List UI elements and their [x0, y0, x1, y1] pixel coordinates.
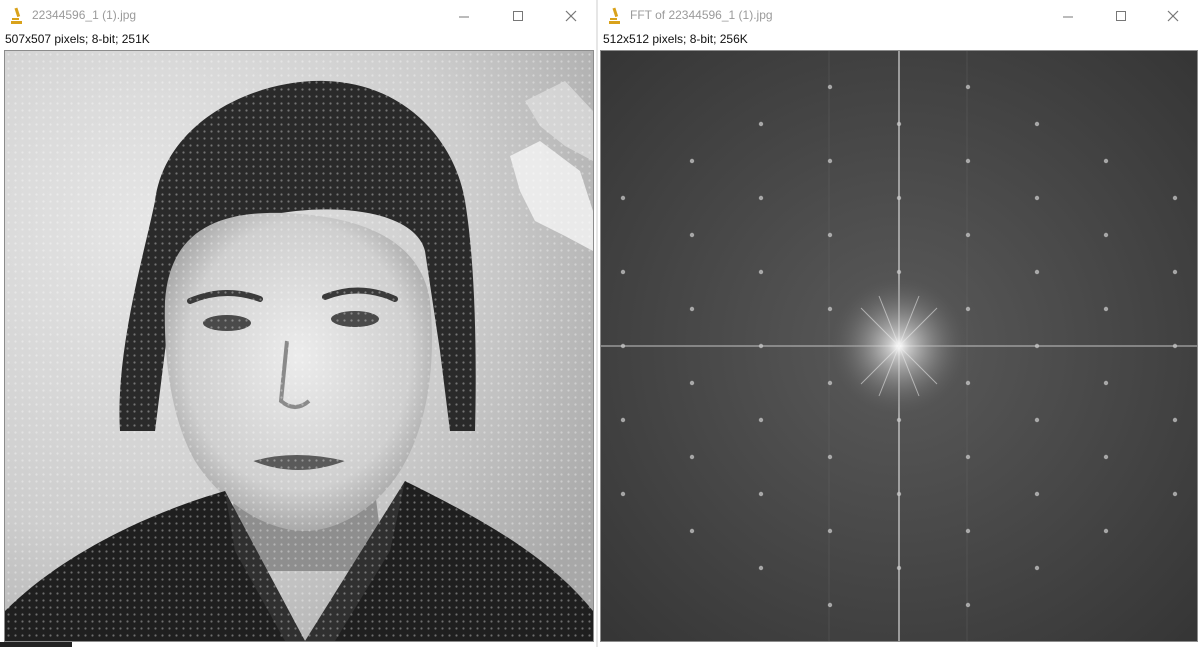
fft-power-spectrum [601, 51, 1197, 641]
close-button[interactable] [548, 0, 594, 32]
spectrum-peak [758, 491, 764, 497]
spectrum-peak [1103, 232, 1109, 238]
spectrum-peak [965, 306, 971, 312]
spectrum-peak [896, 491, 902, 497]
spectrum-peak [689, 158, 695, 164]
spectrum-peak [1172, 417, 1178, 423]
spectrum-peak [1034, 417, 1040, 423]
spectrum-peak [758, 195, 764, 201]
close-button[interactable] [1150, 0, 1196, 32]
spectrum-peak [1103, 380, 1109, 386]
scrollbar-stub[interactable] [0, 642, 72, 647]
minimize-icon [1063, 16, 1073, 18]
spectrum-peak [965, 602, 971, 608]
spectrum-peak [689, 528, 695, 534]
spectrum-peak [896, 195, 902, 201]
spectrum-peak [1034, 565, 1040, 571]
maximize-icon [513, 11, 523, 21]
spectrum-peak [1034, 491, 1040, 497]
minimize-button[interactable] [1045, 0, 1091, 32]
maximize-icon [1116, 11, 1126, 21]
spectrum-peak [827, 380, 833, 386]
spectrum-peak [620, 343, 626, 349]
spectrum-peak [1172, 269, 1178, 275]
spectrum-peak [896, 565, 902, 571]
spectrum-peak [965, 454, 971, 460]
spectrum-peak [620, 491, 626, 497]
spectrum-peak [1103, 454, 1109, 460]
spectrum-peak [965, 232, 971, 238]
spectrum-peak [965, 84, 971, 90]
spectrum-peak [1034, 195, 1040, 201]
spectrum-peak [1172, 491, 1178, 497]
image-window-original[interactable]: 22344596_1 (1).jpg 507x507 pixels; 8-bit… [0, 0, 596, 647]
spectrum-peak [827, 602, 833, 608]
window-title: 22344596_1 (1).jpg [32, 8, 137, 22]
spectrum-peak [758, 121, 764, 127]
grayscale-portrait-photo [5, 51, 593, 641]
spectrum-peak [689, 232, 695, 238]
spectrum-peak [1103, 158, 1109, 164]
imagej-microscope-icon [609, 7, 620, 24]
spectrum-peak [965, 380, 971, 386]
minimize-icon [459, 16, 469, 18]
close-icon [565, 10, 577, 22]
spectrum-peak [896, 121, 902, 127]
spectrum-peak [1172, 343, 1178, 349]
close-icon [1167, 10, 1179, 22]
spectrum-peak [965, 528, 971, 534]
image-info: 512x512 pixels; 8-bit; 256K [603, 32, 748, 46]
maximize-button[interactable] [1098, 0, 1144, 32]
spectrum-peak [827, 528, 833, 534]
spectrum-peak [1034, 121, 1040, 127]
spectrum-peak [1103, 528, 1109, 534]
spectrum-peak [758, 269, 764, 275]
title-bar[interactable]: FFT of 22344596_1 (1).jpg [598, 0, 1200, 32]
spectrum-peak [689, 380, 695, 386]
spectrum-peak [1103, 306, 1109, 312]
spectrum-peak [758, 565, 764, 571]
spectrum-peak [1172, 195, 1178, 201]
spectrum-peak [827, 306, 833, 312]
imagej-microscope-icon [11, 7, 22, 24]
spectrum-peak [620, 195, 626, 201]
image-info: 507x507 pixels; 8-bit; 251K [5, 32, 150, 46]
spectrum-peak [620, 269, 626, 275]
minimize-button[interactable] [441, 0, 487, 32]
spectrum-peak [689, 306, 695, 312]
spectrum-peak [965, 158, 971, 164]
title-bar[interactable]: 22344596_1 (1).jpg [0, 0, 596, 32]
spectrum-peak [827, 84, 833, 90]
spectrum-peak [620, 417, 626, 423]
spectrum-peak [827, 454, 833, 460]
spectrum-peak [827, 158, 833, 164]
spectrum-peak [896, 417, 902, 423]
spectrum-peak [1034, 343, 1040, 349]
spectrum-peak [896, 269, 902, 275]
spectrum-peak [827, 232, 833, 238]
image-canvas[interactable] [4, 50, 594, 642]
spectrum-peak [758, 417, 764, 423]
image-canvas[interactable] [600, 50, 1198, 642]
window-title: FFT of 22344596_1 (1).jpg [630, 8, 773, 22]
spectrum-peak [689, 454, 695, 460]
maximize-button[interactable] [495, 0, 541, 32]
spectrum-peak [758, 343, 764, 349]
spectrum-peak [1034, 269, 1040, 275]
image-window-fft[interactable]: FFT of 22344596_1 (1).jpg 512x512 pixels… [598, 0, 1200, 647]
